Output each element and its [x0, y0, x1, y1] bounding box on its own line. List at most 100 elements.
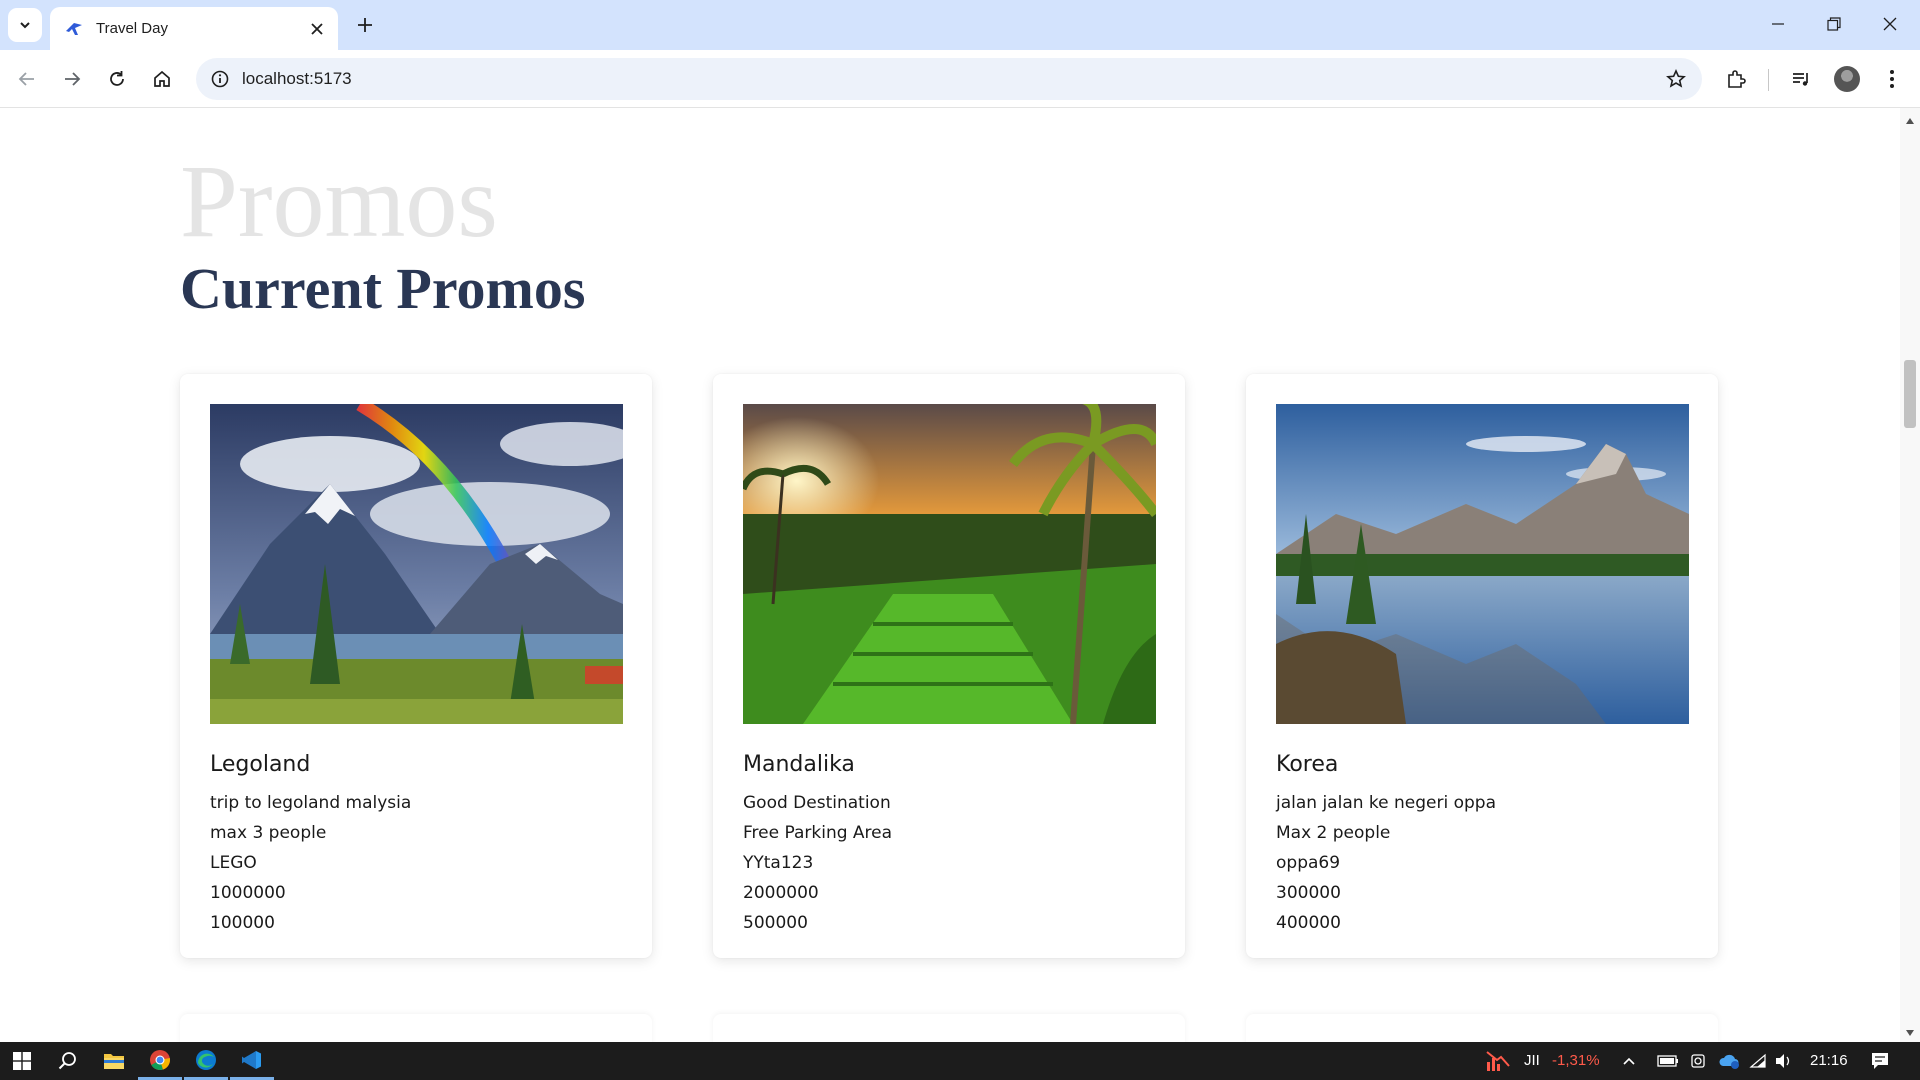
travel-favicon-icon — [66, 22, 82, 35]
stock-chart-down-icon — [1486, 1051, 1510, 1071]
notification-icon — [1872, 1053, 1888, 1069]
tab-title: Travel Day — [96, 20, 168, 37]
cloud-sync-icon — [1719, 1054, 1739, 1069]
browser-tab-active[interactable]: Travel Day — [50, 7, 338, 50]
arrow-right-icon — [65, 72, 81, 86]
clock-time[interactable]: 21:16 — [1810, 1042, 1848, 1080]
camera-icon — [1691, 1054, 1705, 1068]
puzzle-icon — [1728, 70, 1746, 88]
vscode-icon — [242, 1050, 261, 1069]
volume-control[interactable] — [1770, 1042, 1798, 1080]
network-status[interactable] — [1744, 1042, 1772, 1080]
windows-taskbar: JII -1,31% 21:16 — [0, 1042, 1920, 1080]
home-button[interactable] — [144, 61, 180, 97]
forward-button[interactable] — [54, 61, 90, 97]
promo-title: Legoland — [210, 752, 311, 777]
promo-card[interactable]: Mandalika Good Destination Free Parking … — [713, 374, 1185, 958]
promo-details: jalan jalan ke negeri oppa Max 2 people … — [1276, 788, 1496, 938]
minimize-button[interactable] — [1750, 0, 1806, 48]
more-vertical-icon — [1890, 70, 1894, 88]
plus-icon — [358, 18, 372, 32]
scrollbar-thumb[interactable] — [1904, 360, 1916, 428]
promo-discount: 500000 — [743, 913, 808, 933]
chrome-icon — [150, 1049, 170, 1070]
arrow-left-icon — [18, 72, 34, 86]
restore-button[interactable] — [1806, 0, 1862, 48]
windows-logo-icon — [13, 1052, 31, 1070]
search-button[interactable] — [46, 1042, 90, 1080]
promo-card[interactable]: Korea jalan jalan ke negeri oppa Max 2 p… — [1246, 374, 1718, 958]
promo-title: Mandalika — [743, 752, 855, 777]
notification-center-button[interactable] — [1858, 1042, 1902, 1080]
battery-status[interactable] — [1654, 1042, 1682, 1080]
bookmark-button[interactable] — [1662, 65, 1690, 93]
promo-price: 300000 — [1276, 883, 1341, 903]
restore-icon — [1827, 17, 1841, 31]
promo-code: LEGO — [210, 853, 257, 873]
home-icon — [154, 70, 170, 87]
vscode-taskbar-button[interactable] — [230, 1042, 274, 1080]
section-background-title: Promos — [180, 144, 498, 259]
profile-button[interactable] — [1829, 61, 1865, 97]
promo-code: oppa69 — [1276, 853, 1341, 873]
page-scrollbar[interactable] — [1900, 108, 1920, 1042]
new-tab-button[interactable] — [350, 10, 380, 40]
promo-details: Good Destination Free Parking Area YYta1… — [743, 788, 892, 938]
promo-description: Good Destination — [743, 793, 891, 813]
minimize-icon — [1772, 23, 1784, 25]
url-text[interactable]: localhost:5173 — [242, 58, 352, 100]
promo-capacity: Max 2 people — [1276, 823, 1391, 843]
extensions-button[interactable] — [1718, 61, 1754, 97]
browser-toolbar: localhost:5173 — [0, 50, 1920, 108]
browser-menu-button[interactable] — [1874, 61, 1910, 97]
promo-card-partial[interactable] — [713, 1014, 1185, 1042]
promo-details: trip to legoland malysia max 3 people LE… — [210, 788, 411, 938]
promo-image — [1276, 404, 1689, 724]
search-icon — [58, 1052, 76, 1070]
promo-card-partial[interactable] — [1246, 1014, 1718, 1042]
chevron-up-icon — [1623, 1057, 1635, 1065]
page-viewport: Promos Current Promos Legoland trip to l… — [0, 108, 1900, 1042]
back-button[interactable] — [9, 61, 45, 97]
promo-price: 1000000 — [210, 883, 286, 903]
scroll-down-button[interactable] — [1900, 1024, 1920, 1042]
edge-taskbar-button[interactable] — [184, 1042, 228, 1080]
stock-change[interactable]: -1,31% — [1552, 1042, 1600, 1080]
file-explorer-button[interactable] — [92, 1042, 136, 1080]
site-info-button[interactable] — [206, 65, 234, 93]
tab-search-button[interactable] — [8, 8, 42, 42]
promo-card[interactable]: Legoland trip to legoland malysia max 3 … — [180, 374, 652, 958]
star-icon — [1666, 69, 1686, 88]
start-button[interactable] — [0, 1042, 44, 1080]
promo-description: jalan jalan ke negeri oppa — [1276, 793, 1497, 813]
info-icon — [211, 70, 229, 88]
show-hidden-icons-button[interactable] — [1615, 1042, 1643, 1080]
promo-card-partial[interactable] — [180, 1014, 652, 1042]
promo-discount: 100000 — [210, 913, 275, 933]
promo-image — [743, 404, 1156, 724]
meet-now-button[interactable] — [1685, 1042, 1713, 1080]
promo-code: YYta123 — [743, 853, 814, 873]
reload-button[interactable] — [99, 61, 135, 97]
browser-tab-bar: Travel Day — [0, 0, 1920, 50]
promo-discount: 400000 — [1276, 913, 1341, 933]
avatar — [1834, 66, 1860, 92]
reload-icon — [110, 71, 124, 86]
promo-description: trip to legoland malysia — [210, 793, 412, 813]
media-control-button[interactable] — [1783, 61, 1819, 97]
speaker-icon — [1776, 1054, 1790, 1068]
address-bar[interactable]: localhost:5173 — [196, 58, 1702, 100]
scroll-up-button[interactable] — [1900, 112, 1920, 130]
close-window-button[interactable] — [1862, 0, 1918, 48]
stock-widget-icon[interactable] — [1476, 1042, 1520, 1080]
media-control-icon — [1793, 73, 1808, 86]
promo-price: 2000000 — [743, 883, 819, 903]
chrome-taskbar-button[interactable] — [138, 1042, 182, 1080]
promo-capacity: max 3 people — [210, 823, 327, 843]
toolbar-divider — [1768, 69, 1769, 91]
tab-close-button[interactable] — [302, 14, 332, 44]
onedrive-button[interactable] — [1714, 1042, 1744, 1080]
promo-title: Korea — [1276, 752, 1339, 777]
battery-icon — [1657, 1055, 1678, 1067]
stock-ticker[interactable]: JII — [1524, 1042, 1540, 1080]
